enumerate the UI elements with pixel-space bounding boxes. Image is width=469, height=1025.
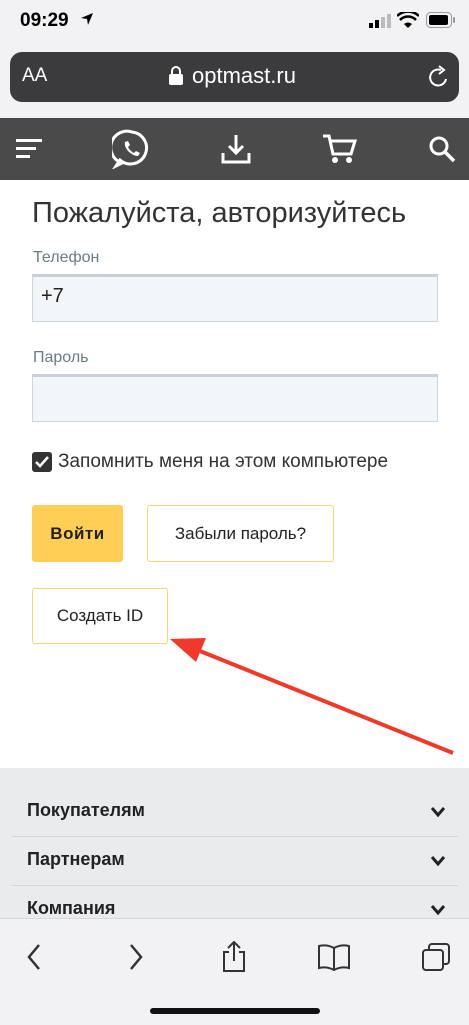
footer-section-customers[interactable]: Покупателям	[12, 788, 458, 837]
chevron-down-icon	[430, 905, 446, 916]
phone-field[interactable]: +7	[32, 274, 438, 322]
remember-label: Запомнить меня на этом компьютере	[58, 451, 389, 472]
login-button[interactable]: Войти	[32, 505, 123, 562]
text-size-label: AA	[22, 65, 48, 86]
phone-label: Телефон	[33, 249, 100, 266]
cart-icon[interactable]	[320, 118, 360, 180]
reload-icon[interactable]	[428, 65, 450, 89]
footer-section-label: Компания	[27, 898, 116, 918]
check-icon	[35, 456, 49, 468]
password-label: Пароль	[33, 349, 89, 366]
share-button[interactable]	[214, 937, 254, 977]
footer-section-label: Партнерам	[27, 849, 125, 869]
chevron-down-icon	[430, 807, 446, 818]
status-bar: 09:29	[0, 0, 469, 44]
site-header	[0, 118, 469, 180]
forward-button[interactable]	[116, 937, 156, 977]
tabs-button[interactable]	[416, 937, 456, 977]
search-icon[interactable]	[424, 118, 460, 180]
remember-checkbox[interactable]	[32, 452, 52, 472]
location-icon	[81, 13, 93, 25]
share-icon	[223, 941, 245, 972]
battery-icon	[426, 12, 455, 28]
footer-section-label: Покупателям	[27, 800, 145, 820]
chevron-down-icon	[430, 856, 446, 867]
tabs-icon	[422, 943, 450, 971]
chevron-left-icon	[27, 944, 40, 970]
forgot-password-button[interactable]: Забыли пароль?	[147, 505, 334, 562]
lock-icon	[169, 66, 183, 85]
chevron-right-icon	[130, 944, 143, 970]
text-size-button[interactable]: AA	[22, 65, 47, 87]
book-icon	[318, 944, 350, 971]
wifi-icon	[397, 12, 419, 28]
whatsapp-icon[interactable]	[110, 118, 154, 180]
browser-toolbar: AA optmast.ru	[0, 44, 469, 118]
back-button[interactable]	[14, 937, 54, 977]
signal-icon	[369, 14, 391, 28]
footer-section-company[interactable]: Компания	[12, 886, 458, 918]
footer: Покупателям Партнерам Компания	[0, 768, 469, 918]
address-bar[interactable]: AA optmast.ru	[10, 52, 459, 102]
bookmarks-button[interactable]	[314, 937, 354, 977]
password-field[interactable]	[32, 374, 438, 422]
status-time: 09:29	[20, 10, 69, 31]
create-id-button[interactable]: Создать ID	[32, 588, 168, 644]
annotation-arrow	[170, 638, 454, 755]
home-indicator	[150, 1008, 320, 1014]
url-text: optmast.ru	[192, 63, 296, 88]
menu-icon[interactable]	[10, 118, 50, 180]
page-title: Пожалуйста, авторизуйтесь	[32, 197, 407, 229]
footer-section-partners[interactable]: Партнерам	[12, 837, 458, 886]
download-icon[interactable]	[216, 118, 256, 180]
